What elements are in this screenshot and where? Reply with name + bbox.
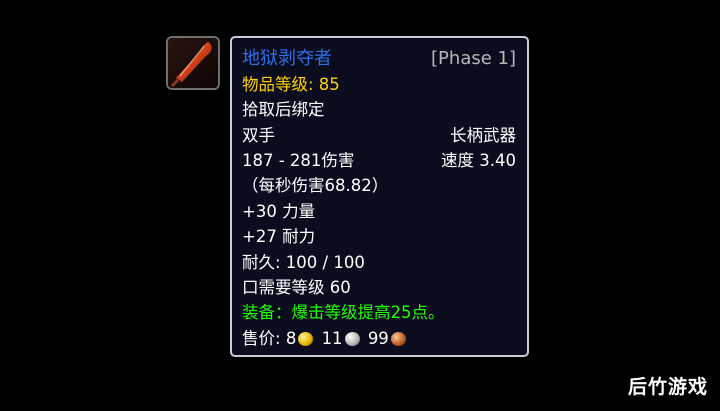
gold-amount: 8 <box>285 329 297 348</box>
stat-stamina: +27 耐力 <box>242 227 316 246</box>
copper-coin-icon <box>390 332 406 346</box>
slot-row: 双手 长柄武器 <box>242 124 516 148</box>
copper-amount: 99 <box>367 329 389 348</box>
sell-label: 售价: <box>242 329 286 348</box>
durability: 耐久: 100 / 100 <box>242 253 365 272</box>
sell-price: 售价: 8 11 99 <box>242 327 516 351</box>
phase-label: [Phase 1] <box>431 48 516 69</box>
silver-amount: 11 <box>321 329 343 348</box>
item-slot: 双手 <box>242 126 275 145</box>
equip-effect: 装备：爆击等级提高25点。 <box>242 303 445 322</box>
level-requirement: 口需要等级 60 <box>242 278 351 297</box>
dps-value: （每秒伤害68.82） <box>242 176 389 195</box>
gold-coin-icon <box>298 332 314 346</box>
damage-row: 187 - 281伤害 速度 3.40 <box>242 149 516 173</box>
bind-type: 拾取后绑定 <box>242 100 325 119</box>
weapon-speed: 速度 3.40 <box>441 151 516 170</box>
item-name-row: 地狱剥夺者 [Phase 1] <box>242 47 516 71</box>
silver-coin-icon <box>344 332 360 346</box>
polearm-icon[interactable] <box>166 36 220 90</box>
weapon-type: 长柄武器 <box>450 126 516 145</box>
stat-strength: +30 力量 <box>242 202 316 221</box>
item-level: 物品等级: 85 <box>242 75 340 94</box>
damage-range: 187 - 281伤害 <box>242 151 355 170</box>
item-tooltip: 地狱剥夺者 [Phase 1] 物品等级: 85 拾取后绑定 双手 长柄武器 1… <box>230 36 529 357</box>
watermark: 后竹游戏 <box>627 376 708 398</box>
item-name: 地狱剥夺者 <box>242 48 332 69</box>
